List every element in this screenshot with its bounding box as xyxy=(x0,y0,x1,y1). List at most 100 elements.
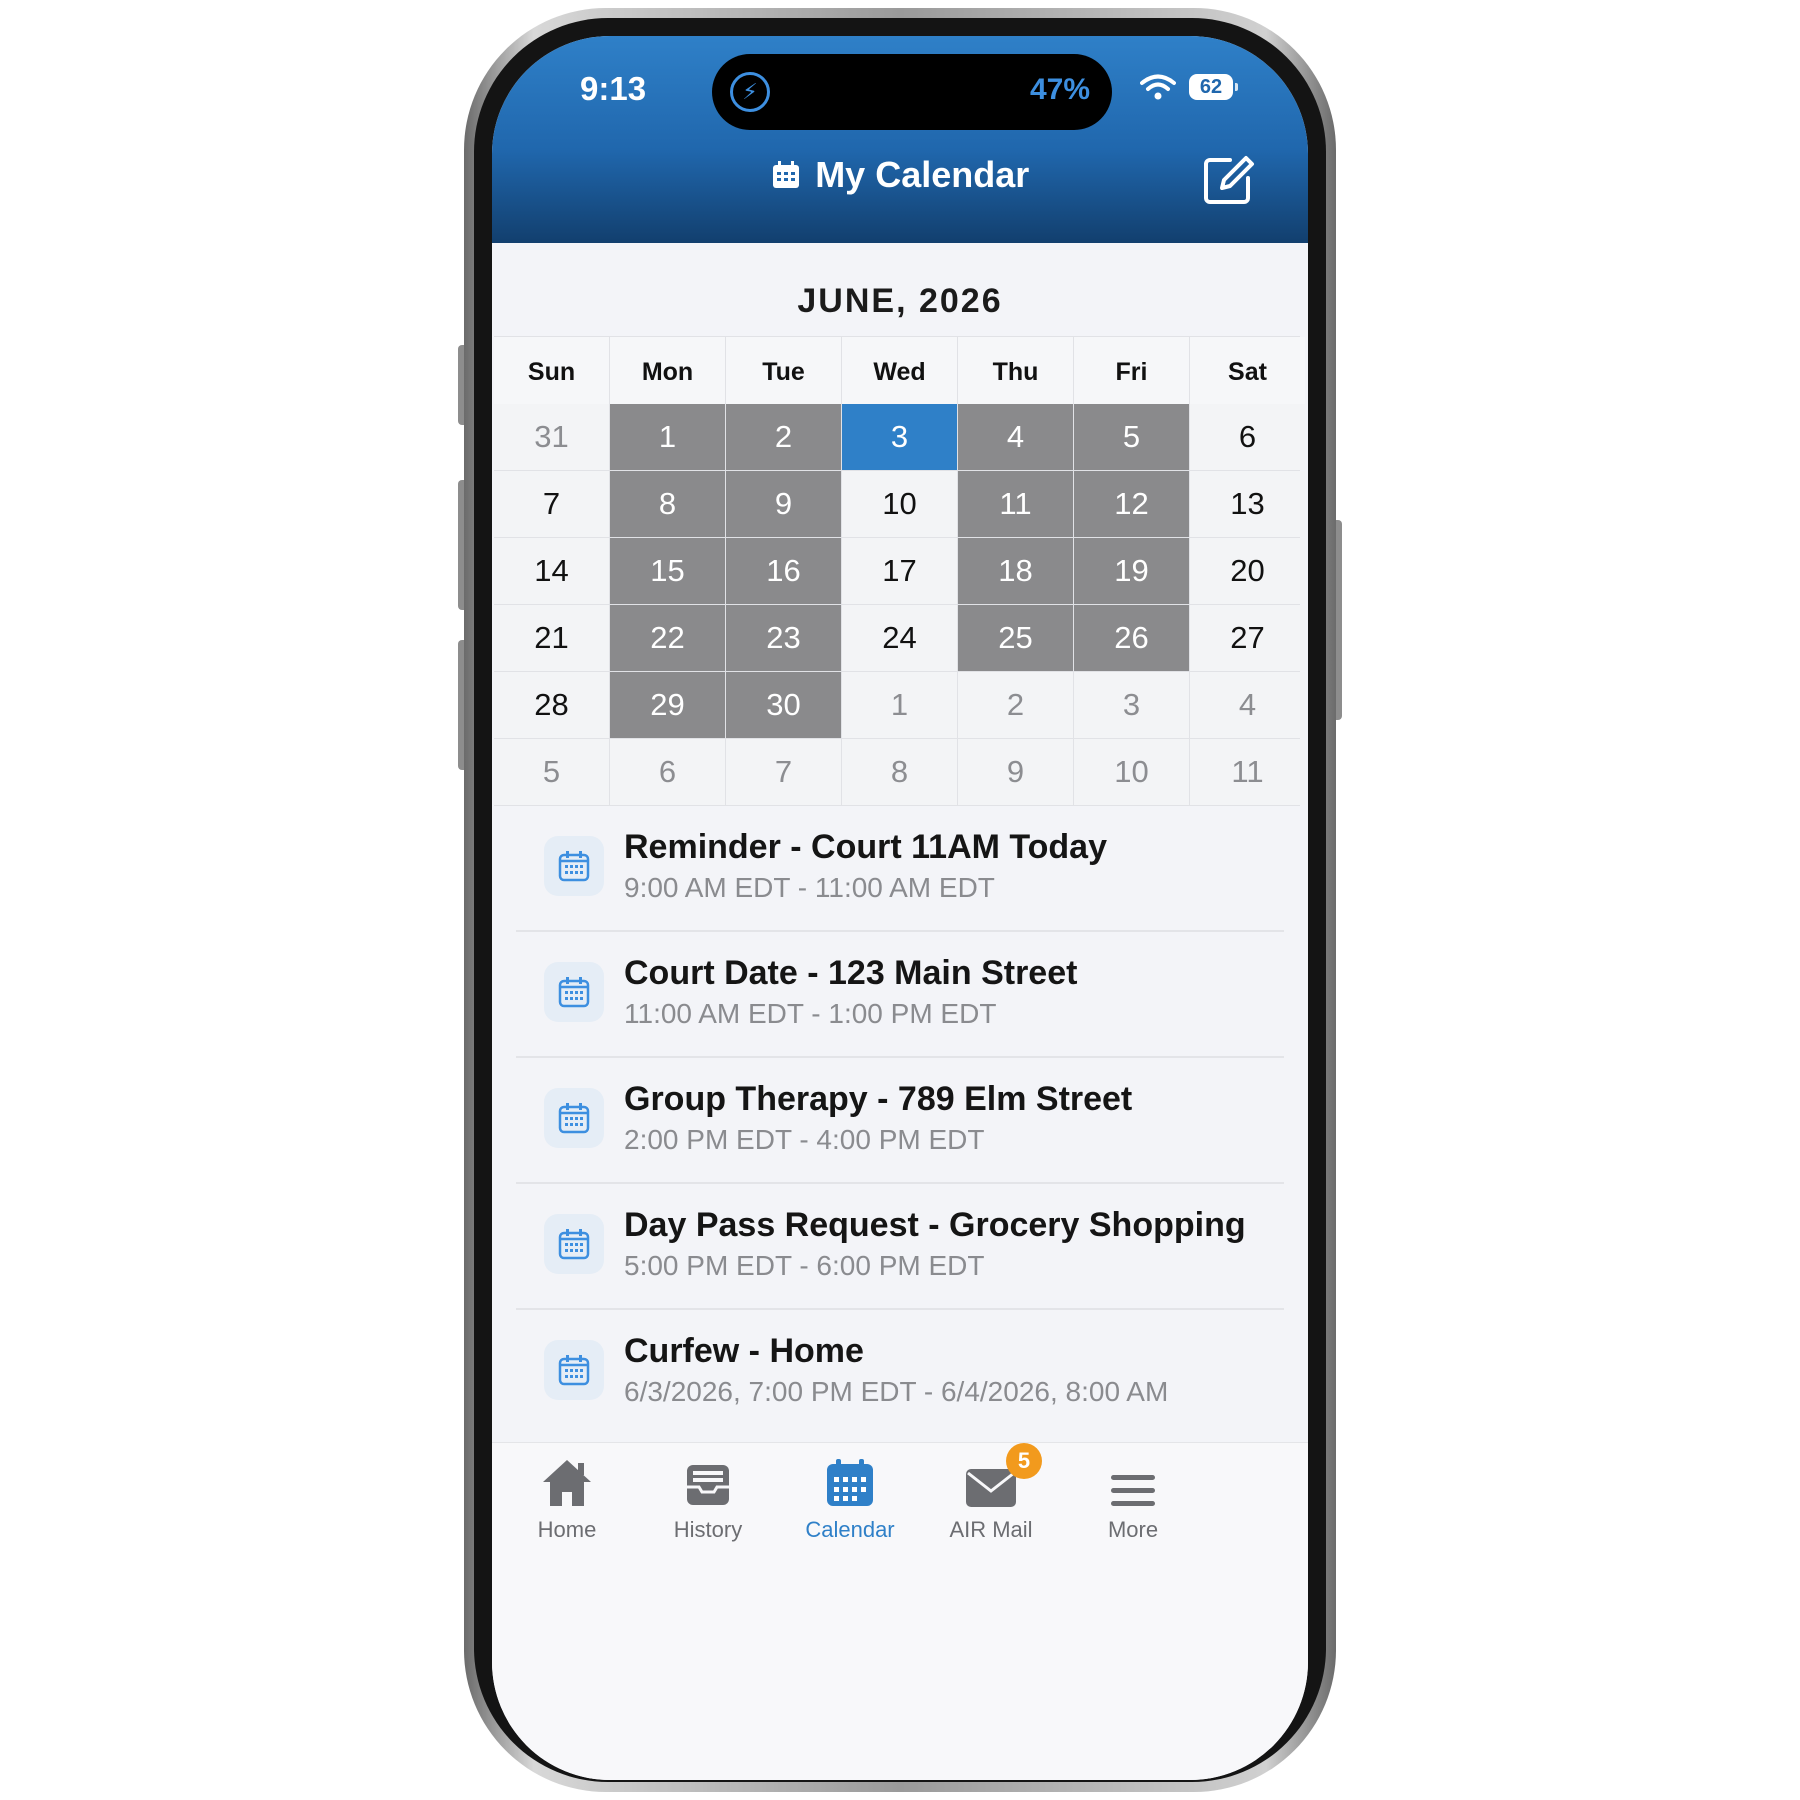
calendar-day[interactable]: 3 xyxy=(1074,672,1189,738)
event-title: Court Date - 123 Main Street xyxy=(624,954,1078,992)
calendar-day[interactable]: 8 xyxy=(610,471,725,537)
calendar-icon xyxy=(827,1459,873,1506)
weekday-header: Sat xyxy=(1190,337,1305,407)
calendar-day-selected[interactable]: 3 xyxy=(842,404,957,470)
tab-air-mail-label: AIR Mail xyxy=(949,1517,1033,1542)
event-time: 11:00 AM EDT - 1:00 PM EDT xyxy=(624,998,997,1029)
event-item[interactable]: Court Date - 123 Main Street 11:00 AM EDT… xyxy=(516,932,1284,1058)
event-item[interactable]: Group Therapy - 789 Elm Street 2:00 PM ED… xyxy=(516,1058,1284,1184)
event-time: 2:00 PM EDT - 4:00 PM EDT xyxy=(624,1124,985,1155)
tab-more[interactable]: More xyxy=(1058,1449,1208,1543)
calendar-day[interactable]: 21 xyxy=(494,605,609,671)
event-list: Reminder - Court 11AM Today 9:00 AM EDT -… xyxy=(516,806,1284,1434)
calendar-day[interactable]: 7 xyxy=(726,739,841,805)
calendar-day[interactable]: 4 xyxy=(1190,672,1305,738)
calendar-day[interactable]: 25 xyxy=(958,605,1073,671)
history-icon xyxy=(687,1465,729,1505)
tab-home[interactable]: Home xyxy=(492,1449,642,1543)
calendar-day[interactable]: 29 xyxy=(610,672,725,738)
calendar-day[interactable]: 2 xyxy=(958,672,1073,738)
home-icon xyxy=(543,1460,591,1506)
weekday-header: Wed xyxy=(842,337,957,407)
calendar-day[interactable]: 12 xyxy=(1074,471,1189,537)
event-time: 9:00 AM EDT - 11:00 AM EDT xyxy=(624,872,995,903)
calendar-day[interactable]: 5 xyxy=(1074,404,1189,470)
calendar-day[interactable]: 13 xyxy=(1190,471,1305,537)
weekday-header: Mon xyxy=(610,337,725,407)
tab-air-mail[interactable]: 5 AIR Mail xyxy=(916,1443,1066,1543)
weekday-header: Thu xyxy=(958,337,1073,407)
calendar-day[interactable]: 1 xyxy=(842,672,957,738)
event-time: 6/3/2026, 7:00 PM EDT - 6/4/2026, 8:00 A… xyxy=(624,1376,1169,1407)
calendar-day[interactable]: 9 xyxy=(726,471,841,537)
tab-bar: Home History Calendar 5 AIR Mail More xyxy=(492,1442,1308,1780)
tab-calendar[interactable]: Calendar xyxy=(775,1449,925,1543)
calendar-day[interactable]: 6 xyxy=(1190,404,1305,470)
calendar-day[interactable]: 22 xyxy=(610,605,725,671)
calendar-icon xyxy=(772,161,799,188)
calendar-day[interactable]: 24 xyxy=(842,605,957,671)
calendar-icon xyxy=(544,1088,604,1148)
event-item[interactable]: Reminder - Court 11AM Today 9:00 AM EDT -… xyxy=(516,806,1284,932)
event-title: Curfew - Home xyxy=(624,1332,864,1370)
calendar-day[interactable]: 10 xyxy=(842,471,957,537)
calendar-day[interactable]: 16 xyxy=(726,538,841,604)
event-title: Group Therapy - 789 Elm Street xyxy=(624,1080,1133,1118)
event-item[interactable]: Day Pass Request - Grocery Shopping 5:00 … xyxy=(516,1184,1284,1310)
calendar-day[interactable]: 4 xyxy=(958,404,1073,470)
battery-icon: 62 xyxy=(1189,74,1238,100)
calendar-day[interactable]: 19 xyxy=(1074,538,1189,604)
calendar-day[interactable]: 9 xyxy=(958,739,1073,805)
calendar-day[interactable]: 6 xyxy=(610,739,725,805)
menu-icon xyxy=(1111,1475,1155,1506)
calendar-icon xyxy=(544,836,604,896)
calendar-day[interactable]: 18 xyxy=(958,538,1073,604)
page-title-text: My Calendar xyxy=(815,154,1030,195)
event-title: Day Pass Request - Grocery Shopping xyxy=(624,1206,1246,1244)
calendar-day[interactable]: 1 xyxy=(610,404,725,470)
dynamic-island: ⚡ 47% xyxy=(712,54,1112,130)
calendar-day[interactable]: 15 xyxy=(610,538,725,604)
calendar-icon xyxy=(544,962,604,1022)
page-title: My Calendar xyxy=(492,154,1308,214)
month-label: JUNE, 2026 xyxy=(797,282,1003,320)
calendar-day[interactable]: 2 xyxy=(726,404,841,470)
calendar-day[interactable]: 11 xyxy=(1190,739,1305,805)
calendar-day[interactable]: 8 xyxy=(842,739,957,805)
event-title: Reminder - Court 11AM Today xyxy=(624,828,1107,866)
tab-history-label: History xyxy=(673,1517,743,1542)
event-time: 5:00 PM EDT - 6:00 PM EDT xyxy=(624,1250,985,1281)
mail-badge: 5 xyxy=(1006,1443,1042,1479)
calendar-day[interactable]: 5 xyxy=(494,739,609,805)
wifi-icon xyxy=(1140,74,1176,100)
calendar-day[interactable]: 20 xyxy=(1190,538,1305,604)
battery-percentage: 47% xyxy=(1029,73,1090,106)
tab-home-label: Home xyxy=(537,1517,597,1542)
calendar-day[interactable]: 30 xyxy=(726,672,841,738)
app-header: 9:13 ⚡ 47% 62 My Calendar xyxy=(492,36,1308,243)
calendar-icon xyxy=(544,1214,604,1274)
event-item[interactable]: Curfew - Home 6/3/2026, 7:00 PM EDT - 6/4… xyxy=(516,1310,1284,1434)
calendar-day[interactable]: 31 xyxy=(494,404,609,470)
edit-icon[interactable] xyxy=(1200,152,1256,208)
calendar-grid: Sun Mon Tue Wed Thu Fri Sat 31 1 2 3 4 5 6 7 8 9 10 11 12 13… xyxy=(494,336,1305,806)
weekday-header: Sun xyxy=(494,337,609,407)
tab-history[interactable]: History xyxy=(633,1449,783,1543)
phone-screen: 9:13 ⚡ 47% 62 My Calendar JUNE, 2026 Sun… xyxy=(492,36,1308,1780)
calendar-day[interactable]: 23 xyxy=(726,605,841,671)
calendar-day[interactable]: 10 xyxy=(1074,739,1189,805)
tab-calendar-label: Calendar xyxy=(805,1517,895,1542)
calendar-icon xyxy=(544,1340,604,1400)
status-time: 9:13 xyxy=(580,70,647,107)
calendar-day[interactable]: 14 xyxy=(494,538,609,604)
calendar-day[interactable]: 11 xyxy=(958,471,1073,537)
charging-icon: ⚡ xyxy=(730,72,770,112)
weekday-header: Tue xyxy=(726,337,841,407)
calendar-day[interactable]: 7 xyxy=(494,471,609,537)
calendar-day[interactable]: 17 xyxy=(842,538,957,604)
weekday-header: Fri xyxy=(1074,337,1189,407)
tab-more-label: More xyxy=(1107,1517,1159,1542)
calendar-day[interactable]: 26 xyxy=(1074,605,1189,671)
calendar-day[interactable]: 27 xyxy=(1190,605,1305,671)
calendar-day[interactable]: 28 xyxy=(494,672,609,738)
